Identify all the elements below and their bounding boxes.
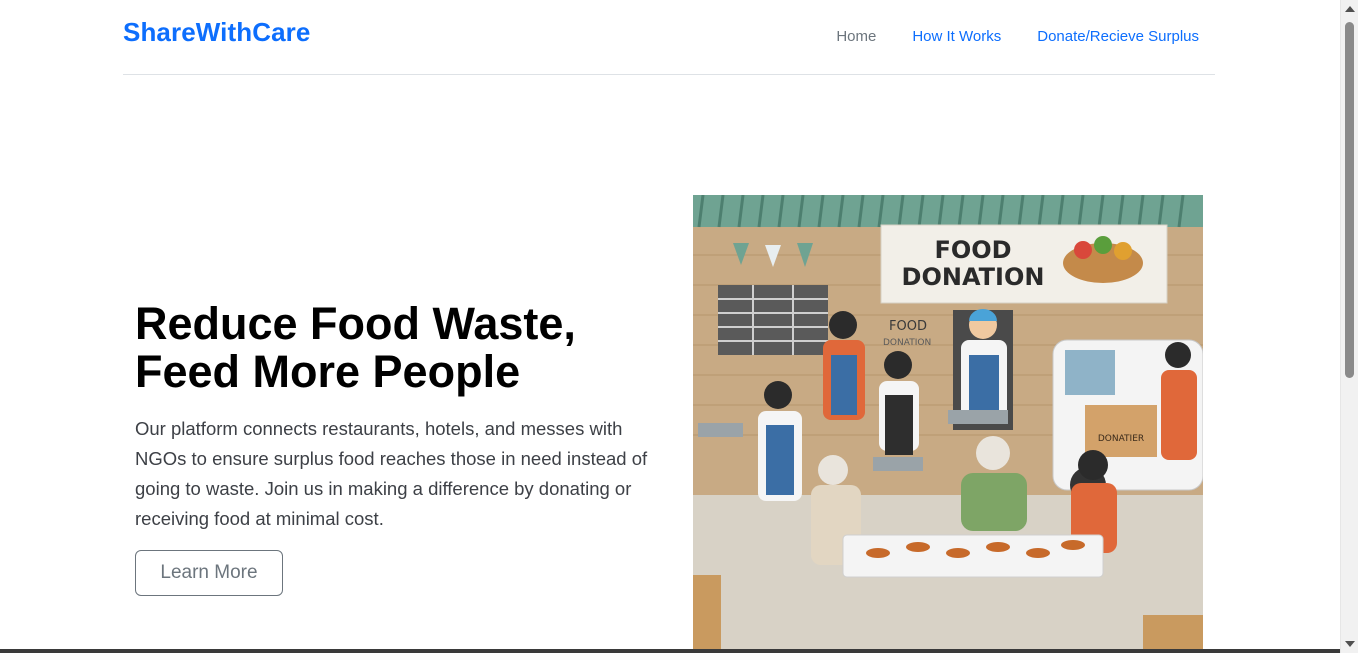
nav-links: Home How It Works Donate/Recieve Surplus (800, 28, 1199, 45)
banner-text-line-2: DONATION (902, 263, 1045, 291)
box-label: DONATIER (1098, 434, 1144, 444)
navbar: ShareWithCare Home How It Works Donate/R… (123, 0, 1215, 75)
page-viewport: ShareWithCare Home How It Works Donate/R… (0, 0, 1340, 653)
scroll-down-arrow-icon[interactable] (1345, 641, 1355, 647)
banner-text-line-1: FOOD (934, 236, 1011, 264)
nav-link-home[interactable]: Home (836, 28, 876, 45)
hero-text: Reduce Food Waste, Feed More People Our … (135, 300, 655, 534)
hero-description: Our platform connects restaurants, hotel… (135, 418, 648, 529)
wall-sign-line-1: FOOD (889, 319, 927, 334)
hero-title: Reduce Food Waste, Feed More People (135, 300, 655, 396)
brand-logo-link[interactable]: ShareWithCare (123, 17, 310, 48)
hero-title-line-2: Feed More People (135, 346, 521, 397)
hero-title-line-1: Reduce Food Waste, (135, 298, 576, 349)
window-bottom-edge (0, 649, 1340, 653)
learn-more-button[interactable]: Learn More (135, 550, 283, 596)
nav-link-how-it-works[interactable]: How It Works (912, 28, 1001, 45)
nav-link-donate-receive[interactable]: Donate/Recieve Surplus (1037, 28, 1199, 45)
scrollbar-thumb[interactable] (1345, 22, 1354, 378)
wall-sign-line-2: DONATION (883, 338, 931, 348)
hero-image-food-donation: FOOD DONATION FOOD DONATION DONATIER (693, 195, 1203, 653)
vertical-scrollbar[interactable] (1340, 0, 1358, 653)
scroll-up-arrow-icon[interactable] (1345, 6, 1355, 12)
